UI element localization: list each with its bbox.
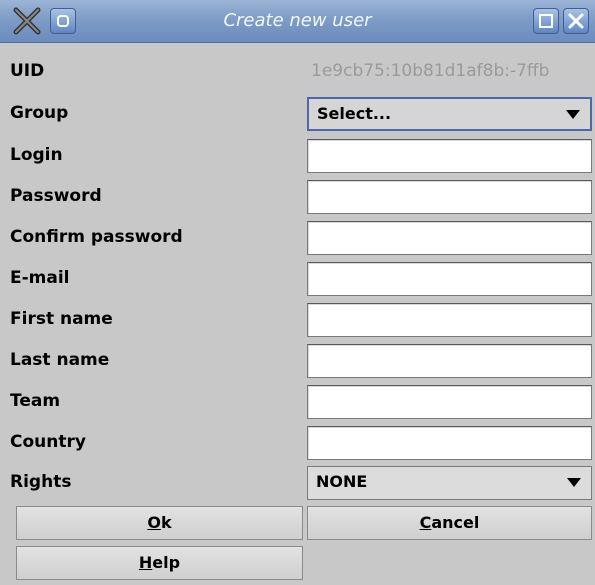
login-input[interactable] bbox=[307, 139, 592, 173]
rights-selected-value: NONE bbox=[316, 472, 368, 491]
close-icon[interactable] bbox=[563, 8, 589, 34]
last-name-row: Last name bbox=[0, 341, 595, 379]
help-mnemonic: H bbox=[138, 553, 153, 572]
ok-label-rest: k bbox=[160, 513, 172, 532]
help-label-rest: elp bbox=[152, 553, 181, 572]
cancel-mnemonic: C bbox=[419, 513, 432, 532]
ok-mnemonic: O bbox=[147, 513, 161, 532]
email-input[interactable] bbox=[307, 262, 592, 296]
confirm-password-label: Confirm password bbox=[10, 227, 183, 247]
rights-label: Rights bbox=[10, 472, 72, 492]
team-row: Team bbox=[0, 382, 595, 420]
confirm-password-input[interactable] bbox=[307, 221, 592, 255]
first-name-row: First name bbox=[0, 300, 595, 338]
title-bar[interactable]: Create new user bbox=[0, 0, 595, 43]
confirm-password-row: Confirm password bbox=[0, 218, 595, 256]
password-label: Password bbox=[10, 186, 102, 206]
password-row: Password bbox=[0, 177, 595, 215]
uid-label: UID bbox=[10, 61, 45, 81]
ok-button[interactable]: Ok bbox=[16, 506, 303, 540]
country-row: Country bbox=[0, 423, 595, 461]
login-row: Login bbox=[0, 136, 595, 174]
first-name-label: First name bbox=[10, 309, 113, 329]
first-name-input[interactable] bbox=[307, 303, 592, 337]
last-name-input[interactable] bbox=[307, 344, 592, 378]
chevron-down-icon[interactable] bbox=[567, 478, 581, 487]
uid-value: 1e9cb75:10b81d1af8b:-7ffb bbox=[311, 61, 550, 81]
rights-row: Rights NONE bbox=[0, 463, 595, 501]
group-row: Group Select... bbox=[0, 94, 595, 132]
email-row: E-mail bbox=[0, 259, 595, 297]
cancel-button[interactable]: Cancel bbox=[307, 506, 592, 540]
chevron-down-icon[interactable] bbox=[566, 110, 580, 119]
country-input[interactable] bbox=[307, 426, 592, 460]
country-label: Country bbox=[10, 432, 86, 452]
team-input[interactable] bbox=[307, 385, 592, 419]
password-input[interactable] bbox=[307, 180, 592, 214]
email-label: E-mail bbox=[10, 268, 70, 288]
create-user-dialog: Create new user UID 1e9cb75:10b81d1af8b:… bbox=[0, 0, 595, 585]
help-button[interactable]: Help bbox=[16, 546, 303, 580]
team-label: Team bbox=[10, 391, 61, 411]
last-name-label: Last name bbox=[10, 350, 110, 370]
group-label: Group bbox=[10, 103, 69, 123]
group-select[interactable]: Select... bbox=[307, 97, 592, 131]
login-label: Login bbox=[10, 145, 63, 165]
rights-select[interactable]: NONE bbox=[307, 466, 592, 500]
maximize-icon[interactable] bbox=[533, 8, 559, 34]
uid-row: UID 1e9cb75:10b81d1af8b:-7ffb bbox=[0, 52, 595, 90]
group-selected-value: Select... bbox=[317, 104, 392, 123]
cancel-label-rest: ancel bbox=[431, 513, 480, 532]
window-title: Create new user bbox=[223, 10, 372, 31]
